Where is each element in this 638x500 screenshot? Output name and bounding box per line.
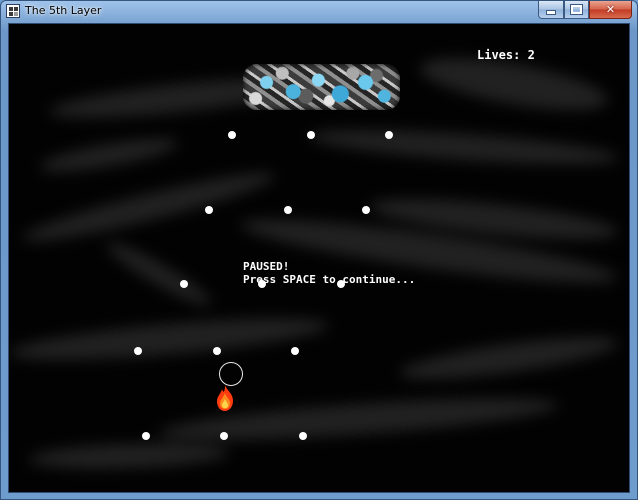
- title-bar[interactable]: The 5th Layer ✕: [1, 1, 637, 23]
- background-smoke: [28, 440, 230, 472]
- enemy-bullet: [220, 432, 228, 440]
- enemy-bullet: [213, 347, 221, 355]
- enemy-bullet: [307, 131, 315, 139]
- enemy-bullet: [291, 347, 299, 355]
- enemy-bullet: [142, 432, 150, 440]
- background-smoke: [9, 310, 330, 368]
- background-smoke: [398, 328, 620, 388]
- game-canvas[interactable]: Lives: 2 PAUSED! Press SPACE to continue…: [8, 23, 630, 493]
- player-flame-icon: [217, 385, 233, 411]
- enemy-bullet: [385, 131, 393, 139]
- enemy-bullet: [228, 131, 236, 139]
- enemy-bullet: [180, 280, 188, 288]
- window-controls: ✕: [538, 1, 632, 19]
- enemy-bullet: [134, 347, 142, 355]
- pause-title: PAUSED!: [243, 260, 290, 273]
- maximize-icon: [570, 4, 583, 15]
- maximize-button[interactable]: [564, 1, 589, 19]
- game-window: The 5th Layer ✕ Lives: 2 PAUSED! Press S…: [0, 0, 638, 500]
- enemy-bullet: [362, 206, 370, 214]
- enemy-bullet: [205, 206, 213, 214]
- player-hitbox-ring: [219, 362, 243, 386]
- minimize-icon: [546, 10, 556, 15]
- background-smoke: [308, 123, 620, 171]
- boss-enemy: [243, 64, 400, 110]
- background-smoke: [102, 235, 216, 313]
- app-icon[interactable]: [6, 4, 20, 18]
- window-title: The 5th Layer: [25, 4, 102, 17]
- minimize-button[interactable]: [538, 1, 564, 19]
- close-button[interactable]: ✕: [589, 1, 632, 19]
- enemy-bullet: [299, 432, 307, 440]
- background-smoke: [38, 132, 180, 178]
- pause-message: PAUSED! Press SPACE to continue...: [243, 260, 415, 286]
- background-smoke: [19, 162, 279, 252]
- close-icon: ✕: [605, 3, 616, 16]
- enemy-bullet: [284, 206, 292, 214]
- lives-counter: Lives: 2: [477, 48, 535, 62]
- pause-instruction: Press SPACE to continue...: [243, 273, 416, 286]
